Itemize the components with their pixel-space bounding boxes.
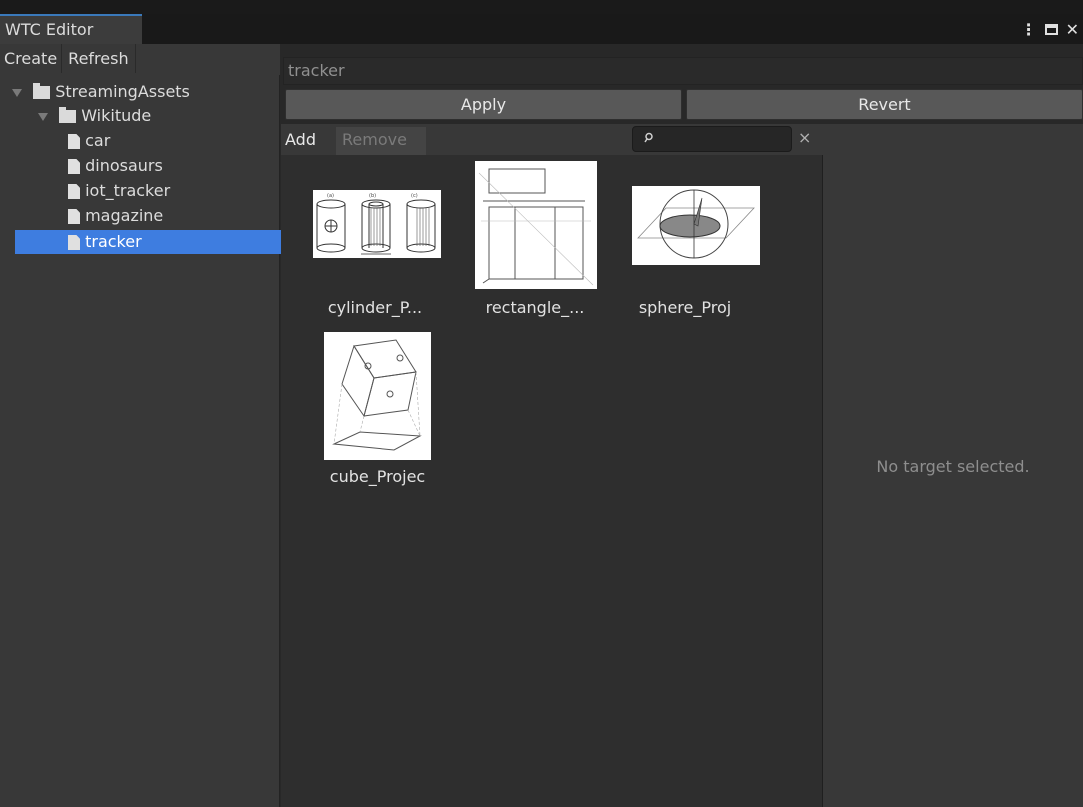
tree-item-streamingassets[interactable]: StreamingAssets [0, 80, 290, 104]
file-icon [68, 159, 80, 174]
expand-triangle-icon[interactable] [38, 112, 48, 121]
tab-wtc-editor[interactable]: WTC Editor [0, 14, 142, 44]
target-collection-name-field[interactable]: tracker [283, 57, 1083, 85]
svg-text:(a): (a) [327, 193, 334, 199]
target-thumbnail-cylinder[interactable]: (a) (b) (c) [313, 190, 441, 258]
tree-item-label: Wikitude [81, 106, 152, 125]
add-button[interactable]: Add [285, 127, 316, 153]
target-thumbnail-rectangle[interactable] [475, 161, 597, 289]
tree-item-label: StreamingAssets [55, 82, 190, 101]
file-icon [68, 209, 80, 224]
target-thumbnail-cube[interactable] [324, 332, 431, 460]
title-bar [0, 14, 1083, 44]
create-button[interactable]: Create [0, 44, 63, 73]
search-icon [644, 132, 653, 143]
more-options-icon[interactable]: ⋮ [1021, 20, 1037, 39]
filter-input[interactable] [632, 126, 792, 152]
maximize-icon[interactable] [1044, 23, 1058, 35]
close-icon[interactable]: ✕ [1066, 20, 1079, 39]
tree-toolbar: Create Refresh [0, 44, 280, 75]
target-label-sphere: sphere_Proj [638, 298, 732, 317]
tree-item-label: magazine [85, 206, 164, 225]
tree-item-label: car [85, 131, 111, 150]
refresh-button[interactable]: Refresh [62, 44, 136, 73]
clear-filter-icon[interactable]: × [798, 128, 811, 147]
tree-item-label: tracker [85, 232, 142, 251]
revert-button[interactable]: Revert [686, 89, 1083, 120]
svg-text:(c): (c) [411, 193, 418, 199]
tree-item-label: dinosaurs [85, 156, 163, 175]
folder-icon [59, 107, 77, 123]
target-label-cylinder: cylinder_P... [327, 298, 423, 317]
file-icon [68, 235, 80, 250]
target-label-rectangle: rectangle_... [485, 298, 585, 317]
folder-icon [33, 83, 51, 99]
remove-button[interactable]: Remove [336, 127, 426, 155]
empty-state-message: No target selected. [876, 457, 1030, 476]
expand-triangle-icon[interactable] [12, 88, 22, 97]
file-icon [68, 184, 80, 199]
target-thumbnail-sphere[interactable] [632, 186, 760, 265]
file-icon [68, 134, 80, 149]
window-controls: ⋮ ✕ [1021, 14, 1083, 44]
top-strip [0, 0, 1083, 14]
tree-item-label: iot_tracker [85, 181, 171, 200]
target-label-cube: cube_Projec [329, 467, 426, 486]
svg-text:(b): (b) [369, 193, 376, 199]
tree-item-wikitude[interactable]: Wikitude [0, 104, 316, 128]
apply-button[interactable]: Apply [285, 89, 682, 120]
